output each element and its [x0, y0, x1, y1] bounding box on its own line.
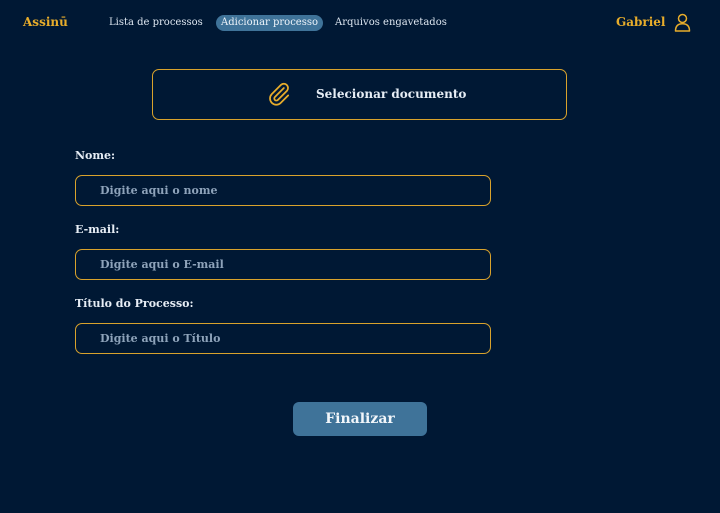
user-icon[interactable]: [674, 13, 691, 32]
finalize-button[interactable]: Finalizar: [293, 402, 427, 436]
nav-link-arquivos-engavetados[interactable]: Arquivos engavetados: [335, 17, 447, 28]
select-document-button[interactable]: Selecionar documento: [152, 69, 567, 120]
brand-logo[interactable]: Assinū: [23, 15, 68, 29]
nav-link-adicionar-processo[interactable]: Adicionar processo: [216, 15, 324, 31]
nav-link-lista-de-processos[interactable]: Lista de processos: [109, 17, 203, 28]
paperclip-icon: [269, 82, 290, 106]
page: Assinū Lista de processos Adicionar proc…: [0, 0, 720, 513]
name-input[interactable]: [75, 175, 491, 206]
select-document-label: Selecionar documento: [316, 87, 467, 101]
process-title-input[interactable]: [75, 323, 491, 354]
process-title-field-label: Título do Processo:: [75, 297, 194, 310]
top-navbar: Assinū Lista de processos Adicionar proc…: [0, 0, 720, 48]
email-input[interactable]: [75, 249, 491, 280]
email-field-label: E-mail:: [75, 223, 120, 236]
name-field-label: Nome:: [75, 149, 116, 162]
user-name[interactable]: Gabriel: [616, 15, 666, 29]
